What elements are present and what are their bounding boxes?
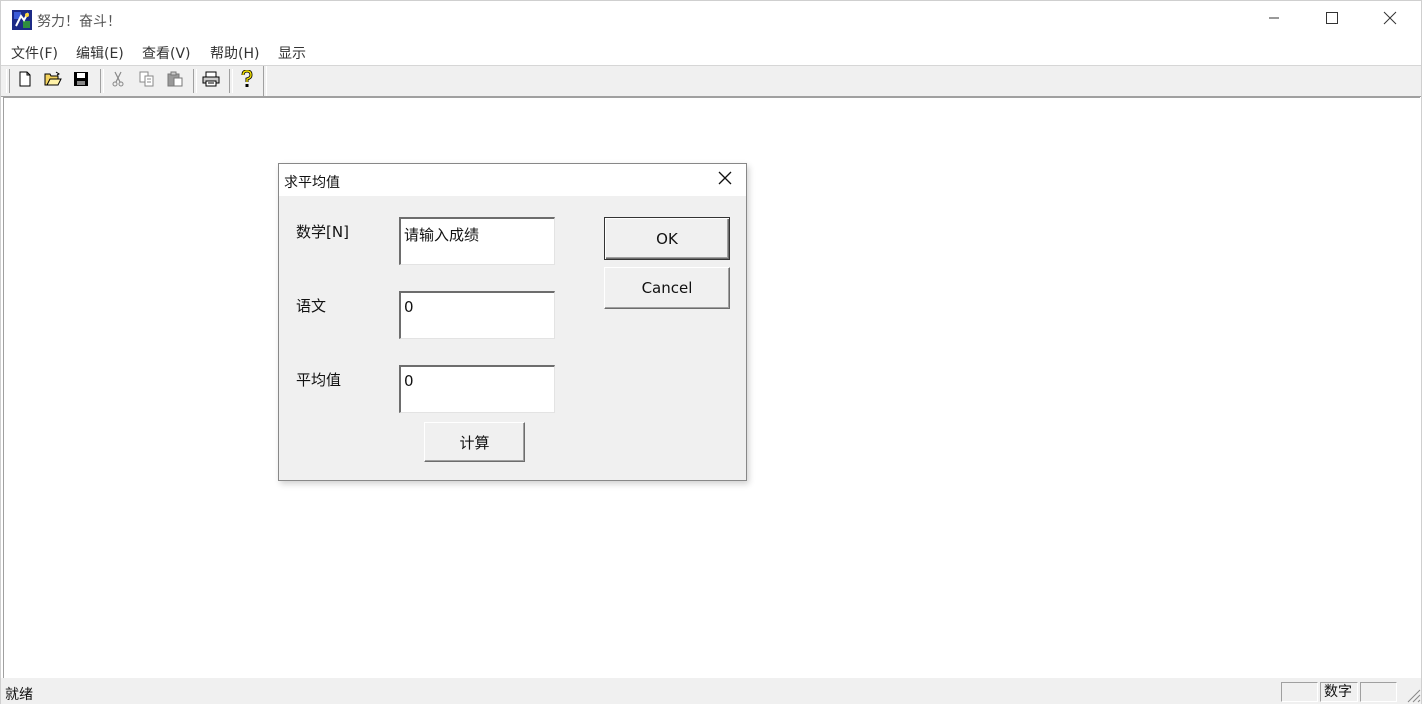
calculate-button[interactable]: 计算 (424, 422, 525, 462)
toolbar (1, 66, 1421, 97)
print-icon (202, 71, 220, 91)
close-button[interactable] (1361, 1, 1419, 39)
menu-view[interactable]: 查看(V) (142, 43, 191, 63)
print-button[interactable] (199, 69, 223, 93)
paste-button[interactable] (163, 69, 187, 93)
save-button[interactable] (69, 69, 93, 93)
close-icon (718, 171, 732, 189)
app-icon[interactable] (12, 10, 32, 30)
help-button[interactable] (235, 69, 259, 93)
maximize-button[interactable] (1303, 1, 1361, 39)
close-icon (1383, 11, 1397, 29)
main-window: 努力！奋斗！ 文件(F) 编辑(E) 查看(V) 帮助(H) 显示 就绪 数字 … (0, 0, 1422, 704)
window-title: 努力！奋斗！ (37, 14, 121, 30)
copy-button[interactable] (135, 69, 159, 93)
cancel-button[interactable]: Cancel (604, 267, 730, 309)
open-button[interactable] (41, 69, 65, 93)
toolbar-grip[interactable] (6, 69, 10, 93)
status-text: 就绪 (5, 687, 33, 703)
save-icon (73, 71, 89, 91)
cut-button[interactable] (106, 69, 130, 93)
menu-display[interactable]: 显示 (278, 43, 306, 63)
math-label: 数学[N] (296, 223, 349, 241)
new-file-icon (17, 71, 33, 91)
cut-icon (110, 71, 126, 91)
new-button[interactable] (13, 69, 37, 93)
menu-bar: 文件(F) 编辑(E) 查看(V) 帮助(H) 显示 (1, 39, 1421, 66)
math-input[interactable]: 请输入成绩 (399, 217, 555, 265)
maximize-icon (1326, 12, 1338, 28)
paste-icon (167, 71, 183, 91)
dialog-title-bar[interactable]: 求平均值 (279, 164, 746, 196)
status-pane-caps (1281, 682, 1318, 702)
status-pane-num: 数字 (1320, 682, 1358, 702)
copy-icon (139, 71, 155, 91)
open-folder-icon (44, 71, 62, 91)
menu-edit[interactable]: 编辑(E) (76, 43, 124, 63)
average-label: 平均值 (296, 371, 342, 389)
help-icon (240, 69, 254, 92)
minimize-button[interactable] (1245, 1, 1303, 39)
dialog-close-button[interactable] (711, 168, 739, 192)
average-output[interactable]: 0 (399, 365, 555, 413)
toolbar-separator (100, 69, 104, 93)
status-pane-scroll (1360, 682, 1397, 702)
status-bar: 就绪 数字 (1, 678, 1421, 704)
toolbar-separator (193, 69, 197, 93)
menu-file[interactable]: 文件(F) (11, 43, 58, 63)
average-dialog: 求平均值 数学[N] 请输入成绩 语文 0 平均值 0 OK Cancel 计算 (278, 163, 747, 481)
dialog-title: 求平均值 (284, 175, 340, 191)
chinese-input[interactable]: 0 (399, 291, 555, 339)
resize-grip-icon[interactable] (1405, 685, 1421, 703)
toolbar-separator (229, 69, 233, 93)
chinese-label: 语文 (296, 297, 327, 315)
toolbar-end-divider (263, 66, 267, 96)
menu-help[interactable]: 帮助(H) (210, 43, 259, 63)
minimize-icon (1268, 12, 1280, 28)
title-bar[interactable]: 努力！奋斗！ (1, 1, 1421, 39)
ok-button[interactable]: OK (604, 217, 730, 260)
